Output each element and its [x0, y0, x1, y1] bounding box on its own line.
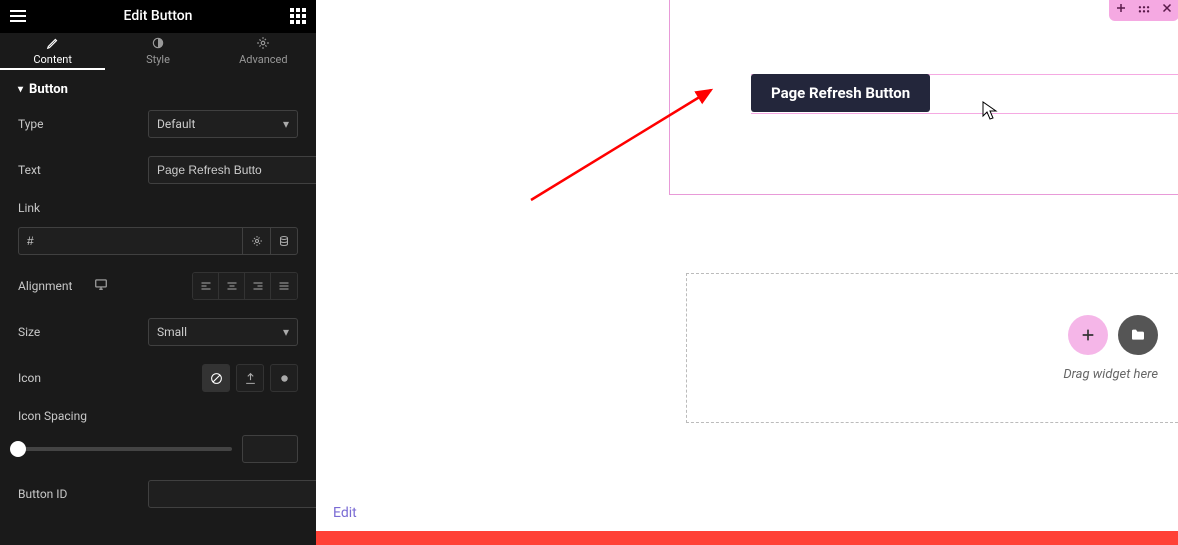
type-select[interactable]: Default	[148, 110, 298, 138]
size-label: Size	[18, 325, 148, 339]
tab-content[interactable]: Content	[0, 33, 105, 70]
alignment-group	[192, 272, 298, 300]
link-label: Link	[18, 201, 298, 215]
alignment-label: Alignment	[18, 279, 148, 293]
align-center-icon	[226, 280, 238, 292]
align-left-button[interactable]	[193, 273, 219, 299]
no-icon	[210, 372, 223, 385]
panel-title: Edit Button	[0, 8, 316, 24]
section-button-header[interactable]: ▾ Button	[0, 70, 316, 109]
plus-icon	[1115, 2, 1127, 14]
add-widget-button[interactable]	[1068, 315, 1108, 355]
gear-icon	[251, 235, 263, 247]
pencil-icon	[46, 36, 60, 50]
icon-spacing-input[interactable]	[242, 435, 298, 463]
plus-icon	[1080, 327, 1096, 343]
editor-canvas: Page Refresh Button Drag widget here Edi…	[316, 0, 1178, 545]
icon-spacing-slider[interactable]	[18, 447, 232, 451]
circle-icon	[278, 372, 291, 385]
align-right-button[interactable]	[245, 273, 271, 299]
database-icon	[278, 235, 290, 247]
tab-advanced[interactable]: Advanced	[211, 33, 316, 70]
align-justify-icon	[278, 280, 290, 292]
text-input[interactable]	[148, 156, 321, 184]
icon-label: Icon	[18, 371, 148, 385]
section-toolbar	[1109, 0, 1178, 21]
preview-button[interactable]: Page Refresh Button	[751, 74, 930, 112]
desktop-icon	[94, 278, 108, 290]
drop-zone[interactable]: Drag widget here	[686, 273, 1178, 423]
button-id-label: Button ID	[18, 487, 148, 501]
upload-icon	[244, 372, 257, 385]
tab-style[interactable]: Style	[105, 33, 210, 70]
bottom-bar	[316, 531, 1178, 545]
controls-list: Type Default Text Link	[0, 109, 316, 545]
add-section-button[interactable]	[1115, 2, 1127, 18]
folder-icon	[1130, 327, 1146, 343]
drop-text: Drag widget here	[1063, 367, 1158, 382]
edit-section-button[interactable]	[1137, 2, 1151, 18]
link-input[interactable]	[18, 227, 242, 255]
delete-section-button[interactable]	[1161, 2, 1173, 18]
size-select[interactable]: Small	[148, 318, 298, 346]
align-center-button[interactable]	[219, 273, 245, 299]
icon-upload-button[interactable]	[236, 364, 264, 392]
type-label: Type	[18, 117, 148, 131]
panel-tabs: Content Style Advanced	[0, 33, 316, 70]
chevron-down-icon: ▾	[18, 84, 23, 95]
responsive-icon[interactable]	[94, 278, 108, 294]
close-icon	[1161, 2, 1173, 14]
template-library-button[interactable]	[1118, 315, 1158, 355]
link-dynamic-button[interactable]	[270, 227, 298, 255]
editor-sidebar: Edit Button Content Style Advanced ▾ But…	[0, 0, 316, 545]
align-justify-button[interactable]	[271, 273, 297, 299]
icon-none-button[interactable]	[202, 364, 230, 392]
text-label: Text	[18, 163, 148, 177]
contrast-icon	[151, 36, 165, 50]
link-options-button[interactable]	[242, 227, 270, 255]
icon-spacing-label: Icon Spacing	[18, 409, 298, 423]
slider-thumb[interactable]	[10, 441, 26, 457]
edit-link[interactable]: Edit	[333, 505, 357, 521]
align-left-icon	[200, 280, 212, 292]
gear-icon	[256, 36, 270, 50]
sidebar-header: Edit Button	[0, 0, 316, 33]
icon-library-button[interactable]	[270, 364, 298, 392]
align-right-icon	[252, 280, 264, 292]
button-id-input[interactable]	[148, 480, 321, 508]
grip-icon	[1137, 4, 1151, 14]
